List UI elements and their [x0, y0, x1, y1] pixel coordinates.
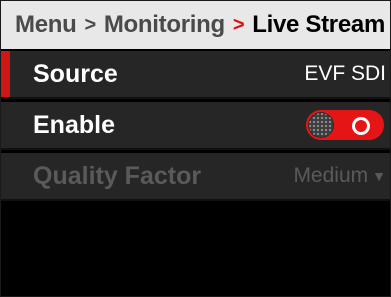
- breadcrumb: Menu > Monitoring > Live Stream: [1, 1, 390, 49]
- setting-label-source: Source: [33, 59, 118, 88]
- setting-value-quality-factor: Medium ▼: [293, 164, 390, 188]
- breadcrumb-menu[interactable]: Menu: [15, 11, 77, 39]
- live-stream-menu-screen: Menu > Monitoring > Live Stream Source E…: [0, 0, 391, 297]
- setting-row-source[interactable]: Source EVF SDI: [1, 51, 390, 99]
- toggle-on-icon: [352, 117, 370, 135]
- enable-toggle[interactable]: [306, 110, 384, 140]
- toggle-knob: [308, 112, 334, 138]
- setting-row-enable[interactable]: Enable: [1, 102, 390, 150]
- quality-factor-value-text: Medium: [293, 164, 369, 187]
- breadcrumb-separator: >: [84, 14, 96, 36]
- setting-row-quality-factor: Quality Factor Medium ▼: [1, 153, 390, 201]
- setting-label-quality-factor: Quality Factor: [33, 161, 202, 190]
- setting-label-enable: Enable: [33, 110, 115, 139]
- breadcrumb-current: Live Stream: [252, 11, 385, 38]
- breadcrumb-separator-active: >: [232, 14, 245, 36]
- setting-value-source: EVF SDI: [304, 62, 386, 85]
- breadcrumb-monitoring[interactable]: Monitoring: [104, 11, 225, 39]
- dropdown-arrow-icon: ▼: [372, 168, 386, 185]
